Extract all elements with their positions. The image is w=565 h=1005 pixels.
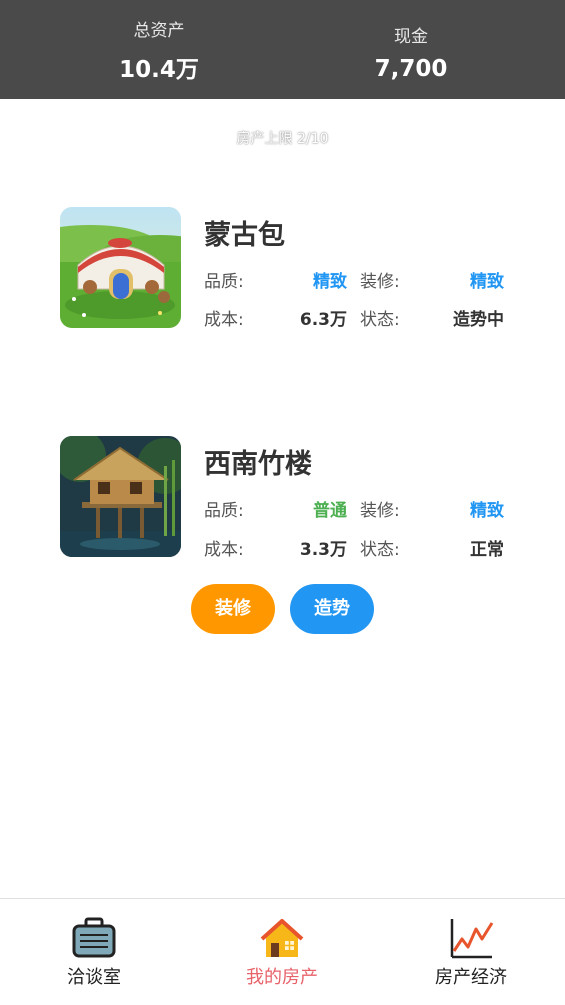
cash: 现金 7,700: [331, 22, 491, 82]
property-row-quality: 品质: 精致 装修: 精致: [204, 267, 504, 292]
cash-label: 现金: [394, 27, 428, 47]
property-card-yurt[interactable]: 蒙古包 品质: 精致 装修: 精致 成本: 6.3万 状态: 造势中: [60, 207, 520, 337]
yurt-image: [60, 207, 181, 328]
cost-label: 成本:: [204, 540, 244, 560]
property-row-cost: 成本: 6.3万 状态: 造势中: [204, 305, 504, 330]
property-limit: 房产上限 2/10: [236, 131, 329, 147]
tab-label: 洽谈室: [67, 967, 121, 988]
quality-value: 普通: [313, 501, 347, 521]
header-stats: 总资产 10.4万 现金 7,700: [0, 0, 565, 99]
status-label: 状态:: [360, 540, 400, 560]
property-row-quality: 品质: 普通 装修: 精致: [204, 496, 504, 521]
status-value: 造势中: [453, 310, 504, 330]
house-icon: [260, 919, 304, 957]
total-assets: 总资产 10.4万: [79, 16, 239, 84]
property-name: 蒙古包: [204, 220, 285, 251]
tab-property-economy[interactable]: 房产经济: [377, 899, 565, 1005]
bottom-tab-bar: 洽谈室 我的房产 房产经济: [0, 898, 565, 1005]
hype-button[interactable]: 造势: [290, 584, 374, 634]
property-name: 西南竹楼: [204, 449, 312, 480]
line-chart-icon: [450, 919, 494, 959]
status-value: 正常: [470, 540, 504, 560]
tab-label: 我的房产: [246, 967, 318, 988]
tab-my-properties[interactable]: 我的房产: [188, 899, 376, 1005]
decoration-label: 装修:: [360, 501, 400, 521]
property-card-bamboo-house[interactable]: 西南竹楼 品质: 普通 装修: 精致 成本: 3.3万 状态: 正常: [60, 436, 520, 566]
cost-label: 成本:: [204, 310, 244, 330]
property-row-cost: 成本: 3.3万 状态: 正常: [204, 535, 504, 560]
decoration-value: 精致: [470, 501, 504, 521]
quality-label: 品质:: [204, 272, 244, 292]
total-assets-value: 10.4万: [119, 57, 199, 83]
bamboo-house-image: [60, 436, 181, 557]
decoration-label: 装修:: [360, 272, 400, 292]
cash-value: 7,700: [374, 56, 448, 82]
quality-value: 精致: [313, 272, 347, 292]
status-label: 状态:: [360, 310, 400, 330]
tab-label: 房产经济: [435, 967, 507, 988]
cost-value: 3.3万: [299, 540, 347, 560]
decorate-button[interactable]: 装修: [191, 584, 275, 634]
total-assets-label: 总资产: [133, 21, 185, 41]
quality-label: 品质:: [204, 501, 244, 521]
decoration-value: 精致: [470, 272, 504, 292]
tab-negotiation-room[interactable]: 洽谈室: [0, 899, 188, 1005]
briefcase-icon: [72, 917, 116, 958]
cost-value: 6.3万: [299, 310, 347, 330]
